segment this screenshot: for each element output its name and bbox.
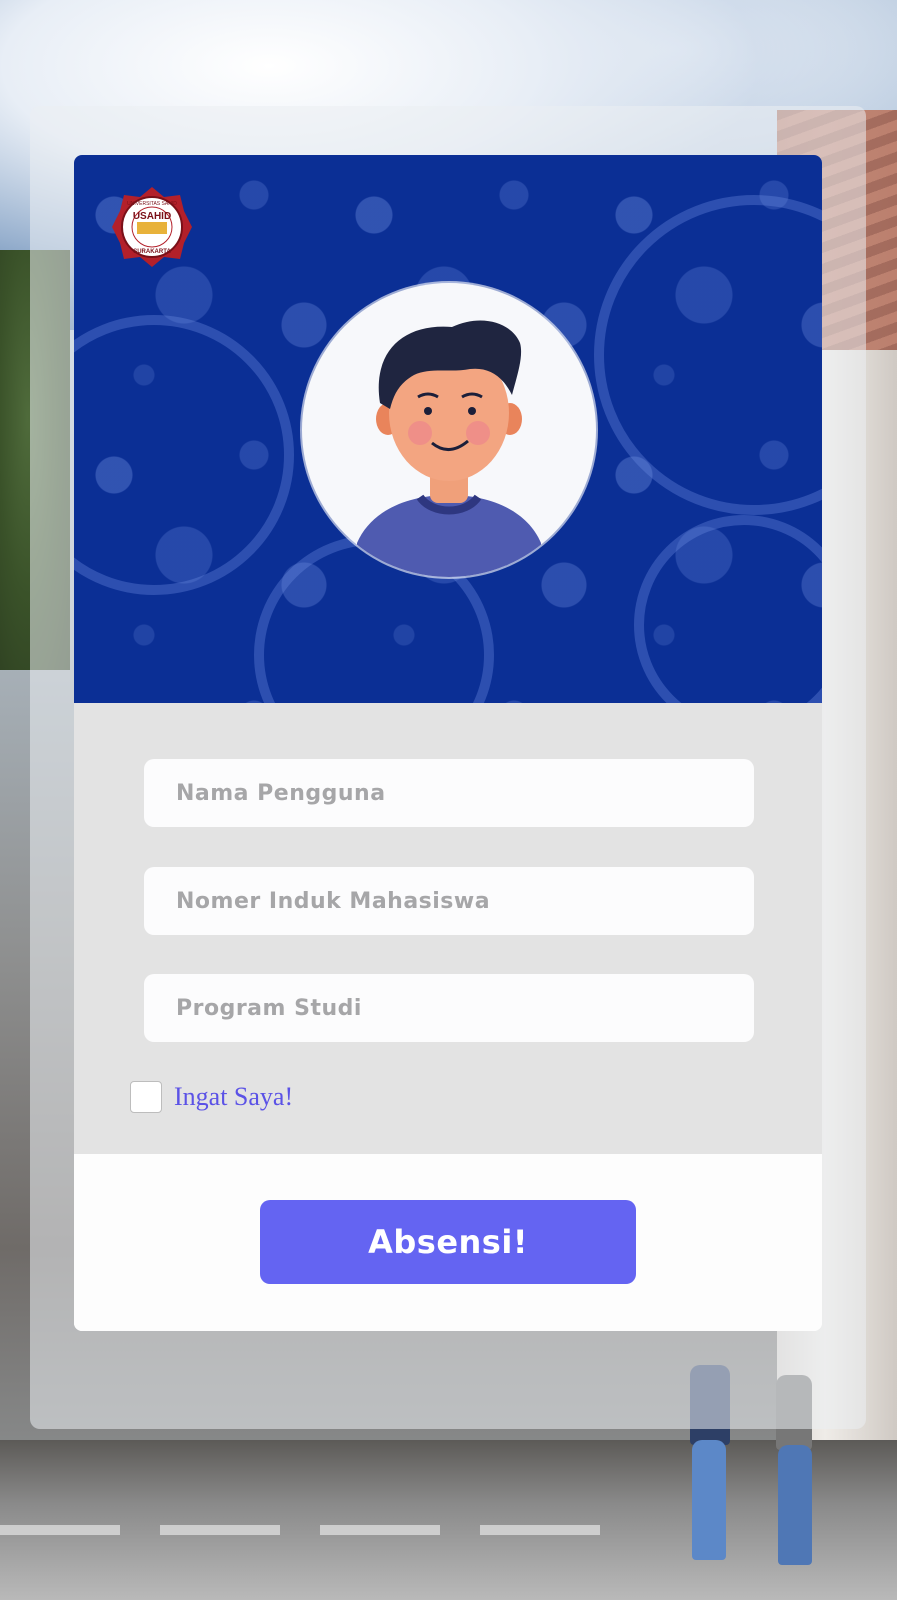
street [0,1440,897,1600]
attendance-button[interactable]: Absensi! [260,1200,636,1284]
student-id-field[interactable] [144,867,754,935]
login-form: Ingat Saya! [74,703,822,1154]
action-area: Absensi! [74,1154,822,1331]
card-header: USAHID UNIVERSITAS SAHID SURAKARTA [74,155,822,775]
crosswalk-stripe [480,1525,600,1535]
svg-text:USAHID: USAHID [133,211,171,222]
remember-me[interactable]: Ingat Saya! [130,1081,293,1113]
study-program-field[interactable] [144,974,754,1042]
remember-checkbox[interactable] [130,1081,162,1113]
batik-swirl [594,195,822,515]
username-field[interactable] [144,759,754,827]
crosswalk-stripe [0,1525,120,1535]
batik-swirl [634,515,822,735]
svg-text:UNIVERSITAS SAHID: UNIVERSITAS SAHID [127,201,177,207]
pedestrian [692,1440,726,1560]
svg-text:SURAKARTA: SURAKARTA [133,249,171,255]
crosswalk-stripe [320,1525,440,1535]
login-card: USAHID UNIVERSITAS SAHID SURAKARTA Nama … [74,155,822,1331]
user-avatar-icon [302,283,596,577]
university-logo: USAHID UNIVERSITAS SAHID SURAKARTA [110,185,194,269]
remember-label[interactable]: Ingat Saya! [174,1082,293,1112]
pedestrian [778,1445,812,1565]
crosswalk-stripe [160,1525,280,1535]
batik-swirl [74,315,294,595]
